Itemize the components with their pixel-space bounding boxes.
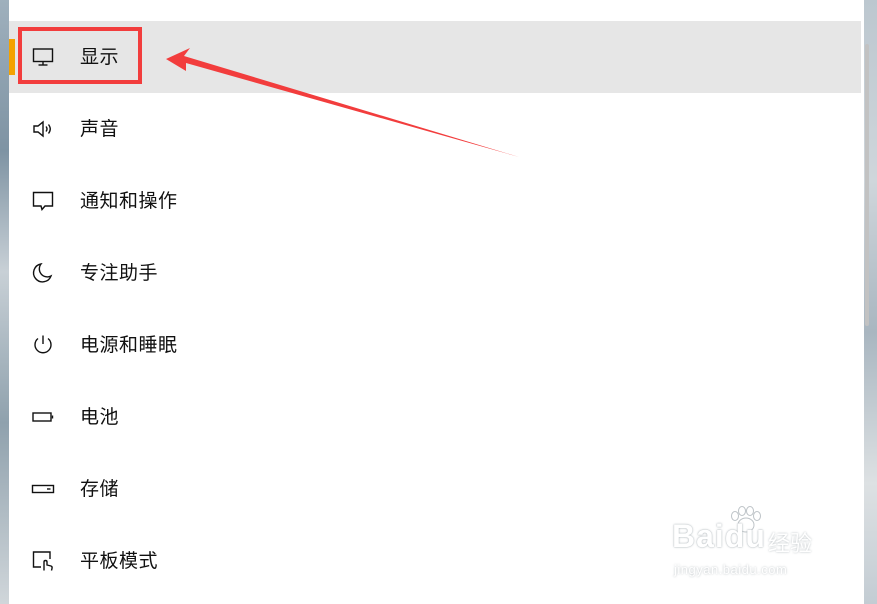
nav-item-label: 通知和操作 xyxy=(80,190,178,212)
notification-icon xyxy=(31,189,55,213)
nav-item-label: 存储 xyxy=(80,478,120,500)
nav-item-sound[interactable]: 声音 xyxy=(9,93,861,165)
watermark-brand: Baidu xyxy=(672,518,766,554)
battery-icon xyxy=(31,405,55,429)
nav-item-label: 平板模式 xyxy=(80,550,159,572)
baidu-jingyan-watermark: Baidu 经验 jingyan.baidu.com xyxy=(672,506,842,582)
storage-icon xyxy=(31,477,55,501)
speaker-icon xyxy=(31,117,55,141)
nav-item-focus-assist[interactable]: 专注助手 xyxy=(9,237,861,309)
nav-item-label: 专注助手 xyxy=(80,262,159,284)
nav-item-power-sleep[interactable]: 电源和睡眠 xyxy=(9,309,861,381)
nav-item-label: 声音 xyxy=(80,118,120,140)
watermark-sub: 经验 xyxy=(768,532,813,557)
nav-item-notifications[interactable]: 通知和操作 xyxy=(9,165,861,237)
selected-accent-bar xyxy=(9,39,15,75)
nav-item-label: 电源和睡眠 xyxy=(80,334,178,356)
moon-icon xyxy=(31,261,55,285)
vertical-scrollbar[interactable] xyxy=(865,44,869,326)
nav-item-battery[interactable]: 电池 xyxy=(9,381,861,453)
nav-item-label: 电池 xyxy=(80,406,120,428)
tablet-mode-icon xyxy=(31,549,55,573)
annotation-highlight-box xyxy=(18,27,142,84)
watermark-url: jingyan.baidu.com xyxy=(674,562,788,577)
power-icon xyxy=(31,333,55,357)
desktop-wallpaper-left xyxy=(0,0,9,604)
